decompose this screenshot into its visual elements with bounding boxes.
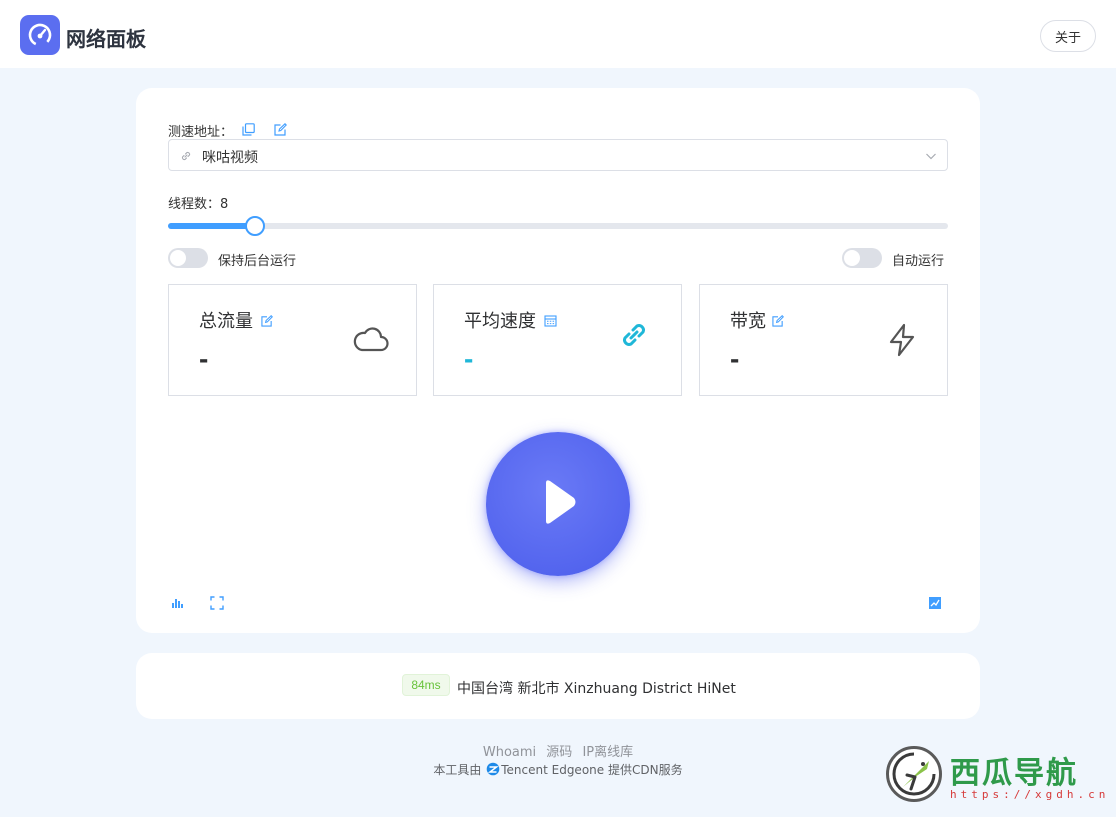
stat-value: - (730, 343, 740, 374)
top-header: 网络面板 关于 (0, 0, 1116, 68)
stat-title: 带宽 (730, 311, 766, 332)
test-url-select[interactable]: 咪咕视频 (168, 139, 948, 171)
copy-icon[interactable] (241, 122, 255, 136)
cdn-prefix: 本工具由 (433, 763, 482, 777)
chevron-down-icon (925, 149, 937, 167)
watermark-logo-icon (886, 746, 942, 802)
play-icon (536, 478, 580, 531)
link-icon (618, 319, 650, 356)
app-logo-icon (20, 15, 60, 55)
about-button[interactable]: 关于 (1040, 20, 1096, 52)
stat-value: - (199, 343, 209, 374)
threads-slider-thumb[interactable] (244, 216, 265, 236)
footer-link-source[interactable]: 源码 (546, 745, 572, 760)
test-url-value: 咪咕视频 (202, 150, 258, 166)
threads-slider-fill (168, 223, 255, 229)
edit-icon[interactable] (772, 314, 784, 332)
footer-link-whoami[interactable]: Whoami (483, 745, 536, 760)
threads-slider[interactable] (168, 216, 948, 236)
stat-title: 平均速度 (464, 311, 536, 332)
watermark-title: 西瓜导航 (950, 756, 1078, 791)
test-url-label: 测速地址： (168, 125, 234, 140)
link-icon (180, 149, 192, 167)
location-text: 中国台湾 新北市 Xinzhuang District HiNet (457, 681, 736, 697)
stat-total-traffic: 总流量 - (168, 284, 417, 396)
connection-info-card: 84ms 中国台湾 新北市 Xinzhuang District HiNet (136, 653, 980, 719)
auto-run-toggle[interactable] (842, 248, 882, 268)
speedtest-card: 测速地址： 咪咕视频 线程数：8 保持后台运行 自动运行 总流量 - 平均速度 (136, 88, 980, 633)
edit-icon[interactable] (261, 314, 273, 332)
cdn-brand[interactable]: Tencent Edgeone (501, 763, 604, 777)
stat-title: 总流量 (199, 311, 253, 332)
app-title: 网络面板 (66, 27, 146, 51)
cloud-icon (353, 323, 389, 360)
start-test-button[interactable] (486, 432, 630, 576)
auto-run-label: 自动运行 (892, 254, 945, 269)
edit-url-icon[interactable] (273, 122, 287, 136)
watermark: 西瓜导航 https://xgdh.cn (886, 746, 1106, 804)
watermark-url: https://xgdh.cn (950, 788, 1110, 801)
line-chart-icon[interactable] (928, 596, 942, 610)
lightning-icon (886, 323, 918, 362)
cdn-suffix: 提供CDN服务 (607, 763, 683, 777)
threads-value: 8 (220, 197, 229, 212)
bar-chart-icon[interactable] (171, 596, 185, 610)
fullscreen-icon[interactable] (210, 596, 224, 610)
stat-bandwidth: 带宽 - (699, 284, 948, 396)
background-run-label: 保持后台运行 (218, 254, 297, 269)
threads-label: 线程数：8 (168, 197, 229, 212)
stat-avg-speed: 平均速度 - (433, 284, 682, 396)
calendar-icon[interactable] (544, 314, 557, 332)
background-run-toggle[interactable] (168, 248, 208, 268)
stat-value: - (464, 343, 474, 374)
edgeone-logo-icon (486, 762, 500, 779)
ping-badge: 84ms (402, 674, 450, 696)
footer-link-ip-db[interactable]: IP离线库 (582, 745, 633, 760)
